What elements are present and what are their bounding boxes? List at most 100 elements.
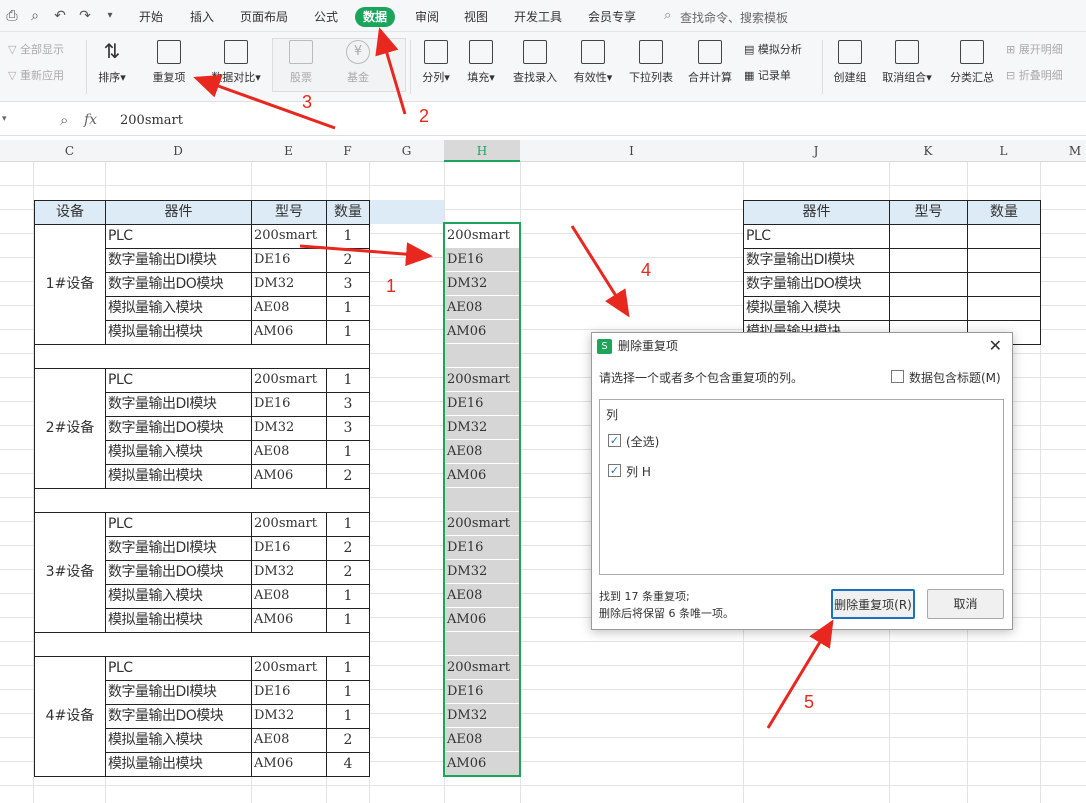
- col-header-m[interactable]: M: [1040, 140, 1086, 162]
- print-icon[interactable]: ⎙: [4, 8, 20, 24]
- col-header-f[interactable]: F: [326, 140, 369, 162]
- component-header[interactable]: 器件: [743, 200, 890, 225]
- qty-cell[interactable]: 2: [326, 560, 370, 585]
- summary-model-cell[interactable]: [889, 296, 968, 321]
- model-cell[interactable]: DM32: [251, 272, 327, 297]
- model-cell[interactable]: DE16: [251, 680, 327, 705]
- zoom-search-icon[interactable]: ⌕: [60, 111, 68, 129]
- model-cell[interactable]: 200smart: [251, 224, 327, 249]
- collapse-detail-button[interactable]: ⊟ 折叠明细: [1006, 67, 1063, 83]
- model-cell[interactable]: AE08: [251, 296, 327, 321]
- summary-qty-cell[interactable]: [967, 296, 1041, 321]
- delete-duplicates-button[interactable]: 删除重复项(R): [831, 589, 915, 619]
- qty-cell[interactable]: 3: [326, 272, 370, 297]
- model-cell[interactable]: AE08: [251, 584, 327, 609]
- component-cell[interactable]: 模拟量输出模块: [105, 608, 252, 633]
- model-cell[interactable]: AM06: [251, 464, 327, 489]
- print-preview-icon[interactable]: ⌕: [27, 8, 43, 24]
- qty-cell[interactable]: 1: [326, 704, 370, 729]
- component-header[interactable]: 器件: [105, 200, 252, 225]
- component-cell[interactable]: 数字量输出DO模块: [105, 272, 252, 297]
- dropdown-list-button[interactable]: 下拉列表: [625, 40, 677, 85]
- qty-header[interactable]: 数量: [326, 200, 370, 225]
- col-h-checkbox[interactable]: ✓: [608, 464, 621, 477]
- summary-qty-cell[interactable]: [967, 248, 1041, 273]
- tab-review[interactable]: 审阅: [407, 7, 447, 27]
- model-cell[interactable]: AM06: [251, 320, 327, 345]
- component-cell[interactable]: 模拟量输出模块: [105, 464, 252, 489]
- has-header-checkbox[interactable]: [891, 370, 904, 383]
- qty-cell[interactable]: 1: [326, 512, 370, 537]
- qty-cell[interactable]: 2: [326, 728, 370, 753]
- chevron-down-icon[interactable]: ▾: [102, 8, 118, 24]
- merge-calc-button[interactable]: 合并计算: [684, 40, 736, 85]
- model-cell[interactable]: AE08: [251, 728, 327, 753]
- qty-cell[interactable]: 4: [326, 752, 370, 777]
- col-header-k[interactable]: K: [889, 140, 967, 162]
- col-header-g[interactable]: G: [369, 140, 444, 162]
- component-cell[interactable]: 数字量输出DI模块: [105, 248, 252, 273]
- model-cell[interactable]: AM06: [251, 608, 327, 633]
- qty-header[interactable]: 数量: [967, 200, 1041, 225]
- find-entry-button[interactable]: 查找录入: [509, 40, 561, 85]
- model-header[interactable]: 型号: [251, 200, 327, 225]
- summary-component-cell[interactable]: 模拟量输入模块: [743, 296, 890, 321]
- qty-cell[interactable]: 1: [326, 296, 370, 321]
- expand-detail-button[interactable]: ⊞ 展开明细: [1006, 41, 1063, 57]
- undo-icon[interactable]: ↶: [52, 8, 68, 24]
- device-cell[interactable]: 1#设备: [34, 224, 106, 345]
- ungroup-button[interactable]: 取消组合▾: [878, 40, 936, 85]
- model-header[interactable]: 型号: [889, 200, 968, 225]
- qty-cell[interactable]: 1: [326, 584, 370, 609]
- model-cell[interactable]: 200smart: [251, 368, 327, 393]
- select-all-checkbox[interactable]: ✓: [608, 434, 621, 447]
- device-cell[interactable]: 4#设备: [34, 656, 106, 777]
- col-header-h[interactable]: H: [444, 140, 520, 162]
- close-icon[interactable]: ✕: [989, 333, 1002, 359]
- name-box-chevron-icon[interactable]: ▾: [2, 114, 7, 124]
- tab-formula[interactable]: 公式: [306, 7, 346, 27]
- model-cell[interactable]: DM32: [251, 704, 327, 729]
- summary-component-cell[interactable]: 数字量输出DI模块: [743, 248, 890, 273]
- qty-cell[interactable]: 1: [326, 608, 370, 633]
- tab-page-layout[interactable]: 页面布局: [232, 7, 296, 27]
- summary-model-cell[interactable]: [889, 248, 968, 273]
- col-header-d[interactable]: D: [105, 140, 251, 162]
- qty-cell[interactable]: 2: [326, 464, 370, 489]
- qty-cell[interactable]: 1: [326, 320, 370, 345]
- split-button[interactable]: 分列▾: [418, 40, 454, 85]
- formula-input[interactable]: 200smart: [120, 113, 183, 128]
- summary-qty-cell[interactable]: [967, 224, 1041, 249]
- reapply-button[interactable]: ▽ 重新应用: [8, 67, 64, 83]
- model-cell[interactable]: DE16: [251, 248, 327, 273]
- component-cell[interactable]: 模拟量输出模块: [105, 320, 252, 345]
- summary-model-cell[interactable]: [889, 272, 968, 297]
- col-header-l[interactable]: L: [967, 140, 1040, 162]
- model-cell[interactable]: 200smart: [251, 512, 327, 537]
- summary-component-cell[interactable]: PLC: [743, 224, 890, 249]
- qty-cell[interactable]: 3: [326, 416, 370, 441]
- sort-button[interactable]: ⇅ 排序▾: [94, 40, 130, 85]
- tab-member[interactable]: 会员专享: [580, 7, 644, 27]
- fill-button[interactable]: 填充▾: [463, 40, 499, 85]
- col-header-i[interactable]: I: [520, 140, 743, 162]
- component-cell[interactable]: 模拟量输入模块: [105, 296, 252, 321]
- qty-cell[interactable]: 1: [326, 224, 370, 249]
- component-cell[interactable]: 数字量输出DO模块: [105, 416, 252, 441]
- record-button[interactable]: ▦ 记录单: [744, 67, 791, 83]
- component-cell[interactable]: 模拟量输入模块: [105, 584, 252, 609]
- cancel-button[interactable]: 取消: [927, 589, 1004, 619]
- model-cell[interactable]: DE16: [251, 392, 327, 417]
- component-cell[interactable]: PLC: [105, 224, 252, 249]
- col-header-e[interactable]: E: [251, 140, 326, 162]
- model-cell[interactable]: DM32: [251, 560, 327, 585]
- component-cell[interactable]: PLC: [105, 656, 252, 681]
- qty-cell[interactable]: 1: [326, 440, 370, 465]
- component-cell[interactable]: PLC: [105, 368, 252, 393]
- component-cell[interactable]: 数字量输出DI模块: [105, 536, 252, 561]
- device-cell[interactable]: 2#设备: [34, 368, 106, 489]
- redo-icon[interactable]: ↷: [77, 8, 93, 24]
- model-cell[interactable]: DM32: [251, 416, 327, 441]
- component-cell[interactable]: 数字量输出DI模块: [105, 680, 252, 705]
- qty-cell[interactable]: 1: [326, 656, 370, 681]
